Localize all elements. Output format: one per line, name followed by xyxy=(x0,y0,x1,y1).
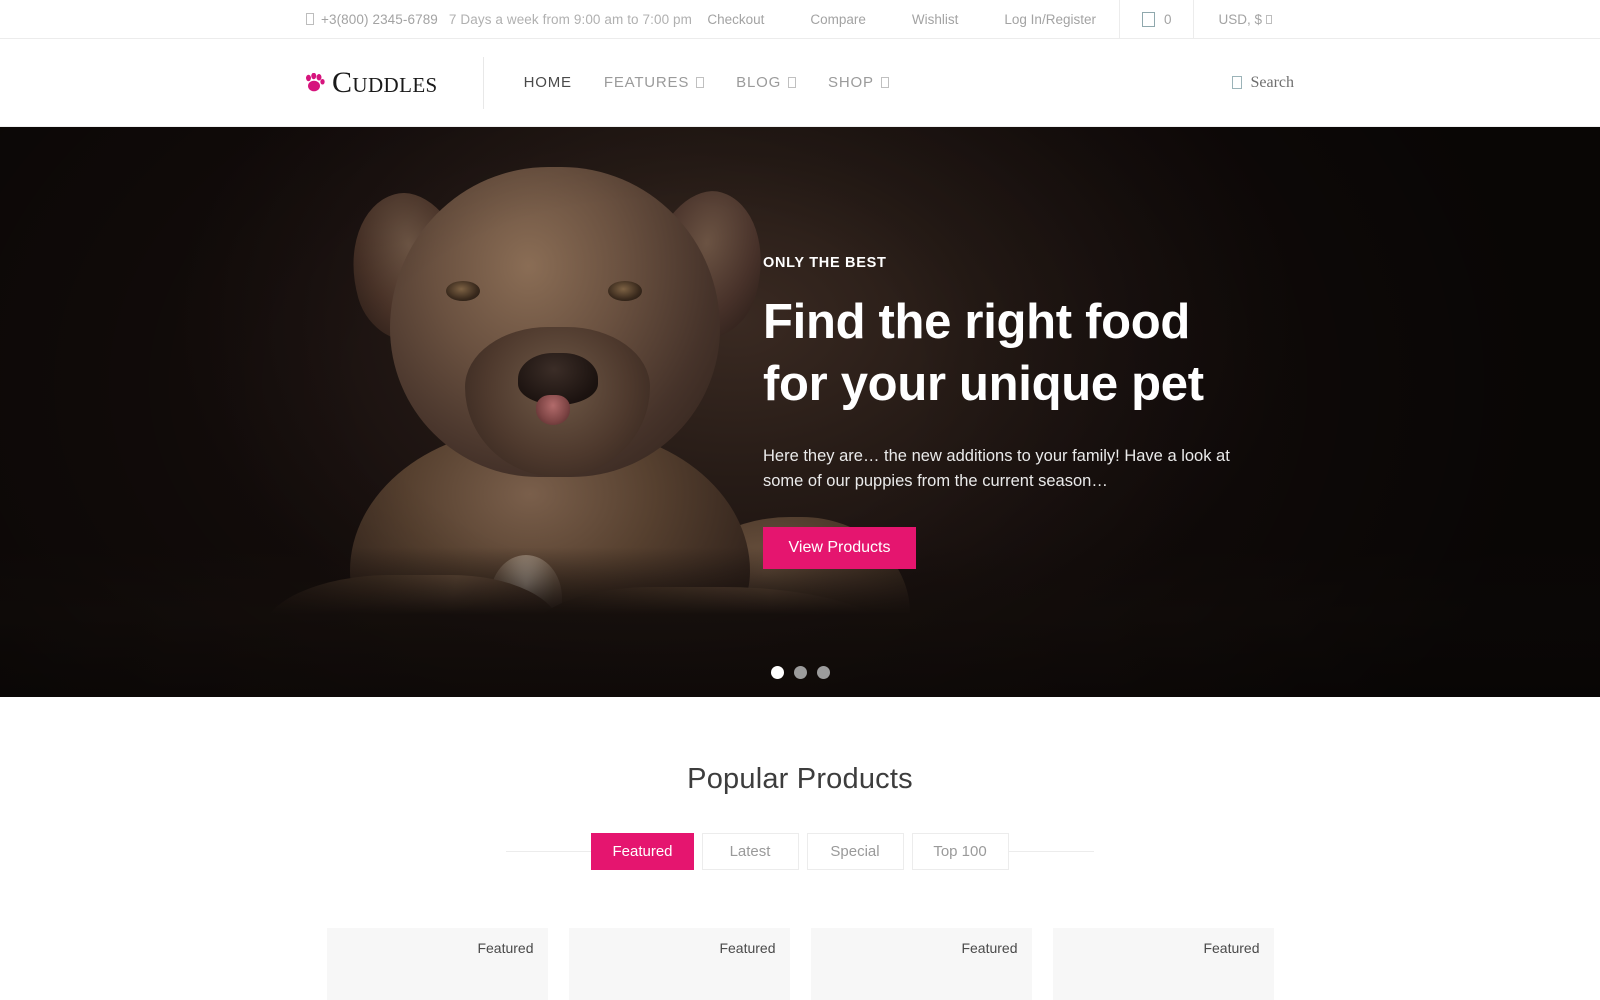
carousel-dot-3[interactable] xyxy=(816,666,830,679)
product-image-pet-bags xyxy=(1053,958,1274,1000)
search-label: Search xyxy=(1250,73,1294,91)
status-badge: Featured xyxy=(477,940,534,956)
cart-count: 0 xyxy=(1163,12,1172,27)
product-card[interactable]: Featured xyxy=(810,928,1032,1000)
currency-label: USD, $ xyxy=(1218,12,1262,27)
nav-item-shop-label: SHOP xyxy=(828,74,874,91)
chevron-down-icon xyxy=(1266,15,1272,24)
topbar-contact: +3(800) 2345-6789 7 Days a week from 9:0… xyxy=(306,12,692,27)
nav-item-features-label: FEATURES xyxy=(603,74,690,91)
logo[interactable]: Cuddles xyxy=(304,66,438,100)
hero-content: ONLY THE BEST Find the right food for yo… xyxy=(763,127,1323,697)
topbar-link-checkout[interactable]: Checkout xyxy=(684,0,787,39)
topbar-link-compare[interactable]: Compare xyxy=(787,0,889,39)
view-products-button[interactable]: View Products xyxy=(763,526,916,569)
topbar-links: Checkout Compare Wishlist Log In/Registe… xyxy=(684,0,1294,39)
cart-button[interactable]: 0 xyxy=(1118,0,1195,39)
product-card-grid: Featured Featured Featured Featured xyxy=(0,928,1600,1000)
header-divider xyxy=(482,56,484,109)
nav-item-features[interactable]: FEATURES xyxy=(588,74,720,91)
top-bar: +3(800) 2345-6789 7 Days a week from 9:0… xyxy=(0,0,1600,39)
chevron-down-icon xyxy=(788,77,797,88)
nav-item-home[interactable]: HOME xyxy=(508,74,588,91)
product-card[interactable]: Featured xyxy=(1052,928,1274,1000)
tab-featured[interactable]: Featured xyxy=(591,833,694,870)
topbar-hours: 7 Days a week from 9:00 am to 7:00 pm xyxy=(448,11,692,27)
tab-special[interactable]: Special xyxy=(806,833,904,870)
search-button[interactable]: Search xyxy=(1232,74,1294,92)
tabs-rule-left xyxy=(506,851,592,852)
product-tabs-row: Featured Latest Special Top 100 xyxy=(0,833,1600,870)
nav-item-shop[interactable]: SHOP xyxy=(812,74,905,91)
chevron-down-icon xyxy=(696,77,705,88)
main-nav: HOME FEATURES BLOG SHOP xyxy=(508,74,905,91)
product-image-pet-bowl xyxy=(811,958,1032,1000)
product-tabs: Featured Latest Special Top 100 xyxy=(591,833,1009,870)
topbar-link-wishlist[interactable]: Wishlist xyxy=(889,0,982,39)
hero-eyebrow: ONLY THE BEST xyxy=(763,255,887,272)
product-card[interactable]: Featured xyxy=(568,928,790,1000)
tabs-rule-right xyxy=(1008,851,1094,852)
site-header: Cuddles HOME FEATURES BLOG SHOP Search xyxy=(0,39,1600,127)
nav-item-home-label: HOME xyxy=(523,74,572,91)
nav-item-blog-label: BLOG xyxy=(736,74,782,91)
cart-icon xyxy=(1141,12,1155,27)
page-title: Popular Products xyxy=(687,763,913,795)
page-root: +3(800) 2345-6789 7 Days a week from 9:0… xyxy=(0,0,1600,1000)
product-card[interactable]: Featured xyxy=(326,928,548,1000)
carousel-dot-1[interactable] xyxy=(770,666,784,679)
topbar-link-login-register[interactable]: Log In/Register xyxy=(981,0,1119,39)
popular-products-section: Popular Products Featured Latest Special… xyxy=(0,697,1600,1000)
paw-icon xyxy=(306,73,325,92)
chevron-down-icon xyxy=(880,77,889,88)
carousel-dot-2[interactable] xyxy=(793,666,807,679)
product-image-ring-toy xyxy=(569,958,790,1000)
status-badge: Featured xyxy=(719,940,776,956)
hero-title-line-1: Find the right food xyxy=(763,295,1191,350)
product-image-pet-carrier xyxy=(327,958,548,1000)
hero-description: Here they are… the new additions to your… xyxy=(763,446,1230,491)
hero-banner: ONLY THE BEST Find the right food for yo… xyxy=(0,127,1600,697)
hero-title-line-2: for your unique pet xyxy=(763,356,1204,411)
tab-latest[interactable]: Latest xyxy=(701,833,799,870)
nav-item-blog[interactable]: BLOG xyxy=(720,74,812,91)
phone-icon xyxy=(306,13,314,25)
logo-text: Cuddles xyxy=(332,65,438,99)
hero-title: Find the right food for your unique pet xyxy=(763,292,1323,415)
status-badge: Featured xyxy=(1203,940,1260,956)
carousel-dots xyxy=(0,666,1600,679)
currency-selector[interactable]: USD, $ xyxy=(1194,0,1294,39)
topbar-phone: +3(800) 2345-6789 xyxy=(321,11,438,27)
search-icon xyxy=(1232,76,1243,89)
status-badge: Featured xyxy=(961,940,1018,956)
tab-top-100[interactable]: Top 100 xyxy=(911,833,1009,870)
